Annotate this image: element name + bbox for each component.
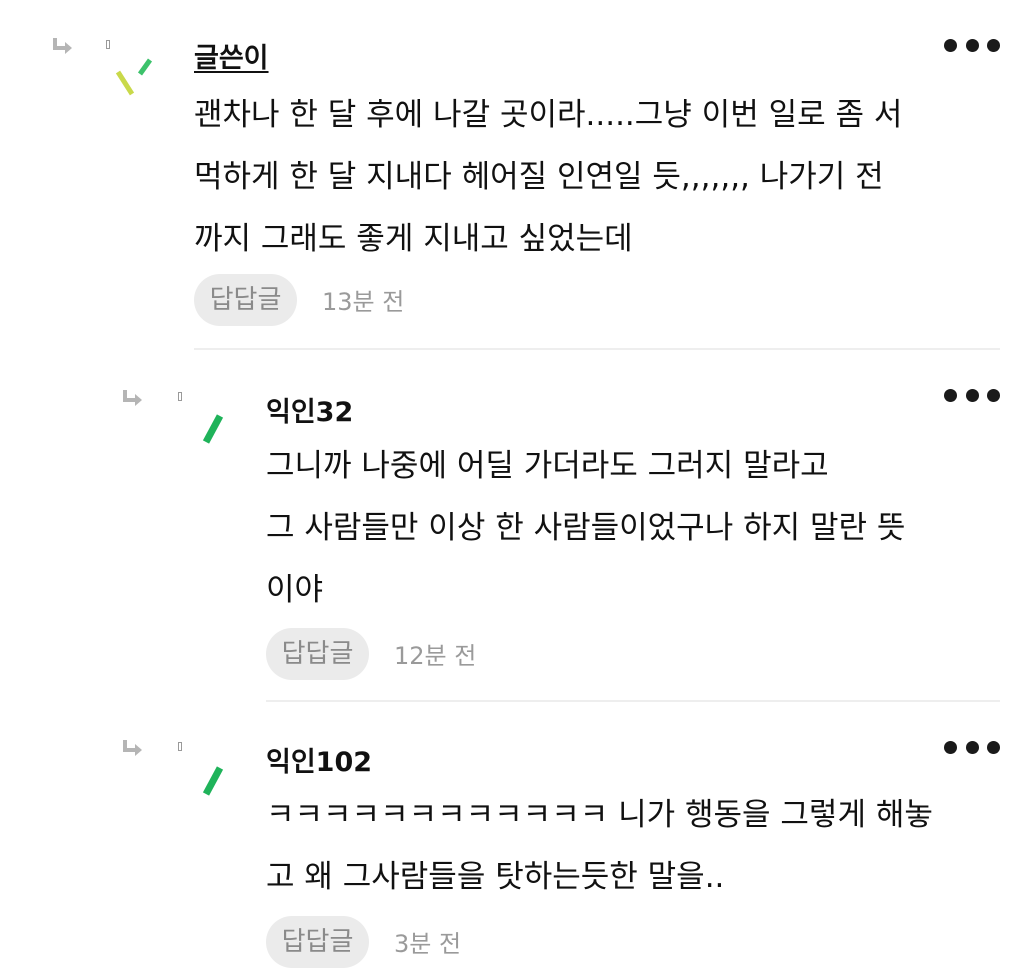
reply-button[interactable]: 답답글 [266, 628, 369, 680]
indent-marker [106, 40, 110, 49]
more-dots-icon [944, 388, 957, 402]
comment-line: ㅋㅋㅋㅋㅋㅋㅋㅋㅋㅋㅋㅋ 니가 행동을 그렇게 해놓 [266, 797, 933, 833]
author-name[interactable]: 글쓴이 [194, 36, 269, 75]
timestamp: 3분 전 [394, 930, 462, 958]
avatar [115, 58, 153, 96]
comment-item: 익인32 그니까 나중에 어딜 가더라도 그러지 말라고 그 사람들만 이상 한… [0, 350, 1024, 700]
comment-line: 먹하게 한 달 지내다 헤어질 인연일 듯,,,,,,, 나가기 전 [194, 159, 884, 195]
more-dots-icon [944, 740, 957, 754]
timestamp: 12분 전 [394, 642, 477, 670]
comment-line: 그니까 나중에 어딜 가더라도 그러지 말라고 [266, 448, 829, 484]
reply-button[interactable]: 답답글 [266, 916, 369, 968]
comment-item: 익인102 ㅋㅋㅋㅋㅋㅋㅋㅋㅋㅋㅋㅋ 니가 행동을 그렇게 해놓 고 왜 그사람… [0, 702, 1024, 976]
comment-body: 그니까 나중에 어딜 가더라도 그러지 말라고 그 사람들만 이상 한 사람들이… [266, 435, 905, 621]
indent-marker [178, 742, 182, 751]
author-name[interactable]: 익인32 [266, 390, 353, 429]
avatar [202, 766, 224, 796]
comment-line: 이야 [266, 572, 324, 608]
comment-body: 괜차나 한 달 후에 나갈 곳이라.....그냥 이번 일로 좀 서 먹하게 한… [194, 84, 902, 270]
avatar [202, 414, 224, 444]
indent-marker [178, 392, 182, 401]
comment-line: 까지 그래도 좋게 지내고 싶었는데 [194, 221, 633, 257]
comment-line: 그 사람들만 이상 한 사람들이었구나 하지 말란 뜻 [266, 510, 906, 546]
reply-arrow-icon [53, 38, 72, 54]
reply-arrow-icon [123, 740, 142, 756]
comment-body: ㅋㅋㅋㅋㅋㅋㅋㅋㅋㅋㅋㅋ 니가 행동을 그렇게 해놓 고 왜 그사람들을 탓하는… [266, 784, 933, 908]
comment-line: 괜차나 한 달 후에 나갈 곳이라.....그냥 이번 일로 좀 서 [194, 97, 903, 133]
more-options-button[interactable] [944, 34, 1000, 56]
reply-button[interactable]: 답답글 [194, 274, 297, 326]
more-dots-icon [944, 38, 957, 52]
timestamp: 13분 전 [322, 288, 405, 316]
more-options-button[interactable] [944, 736, 1000, 758]
comment-line: 고 왜 그사람들을 탓하는듯한 말을.. [266, 859, 725, 895]
reply-arrow-icon [123, 390, 142, 406]
more-options-button[interactable] [944, 384, 1000, 406]
comment-item: 글쓴이 괜차나 한 달 후에 나갈 곳이라.....그냥 이번 일로 좀 서 먹… [0, 0, 1024, 350]
author-name[interactable]: 익인102 [266, 740, 372, 779]
